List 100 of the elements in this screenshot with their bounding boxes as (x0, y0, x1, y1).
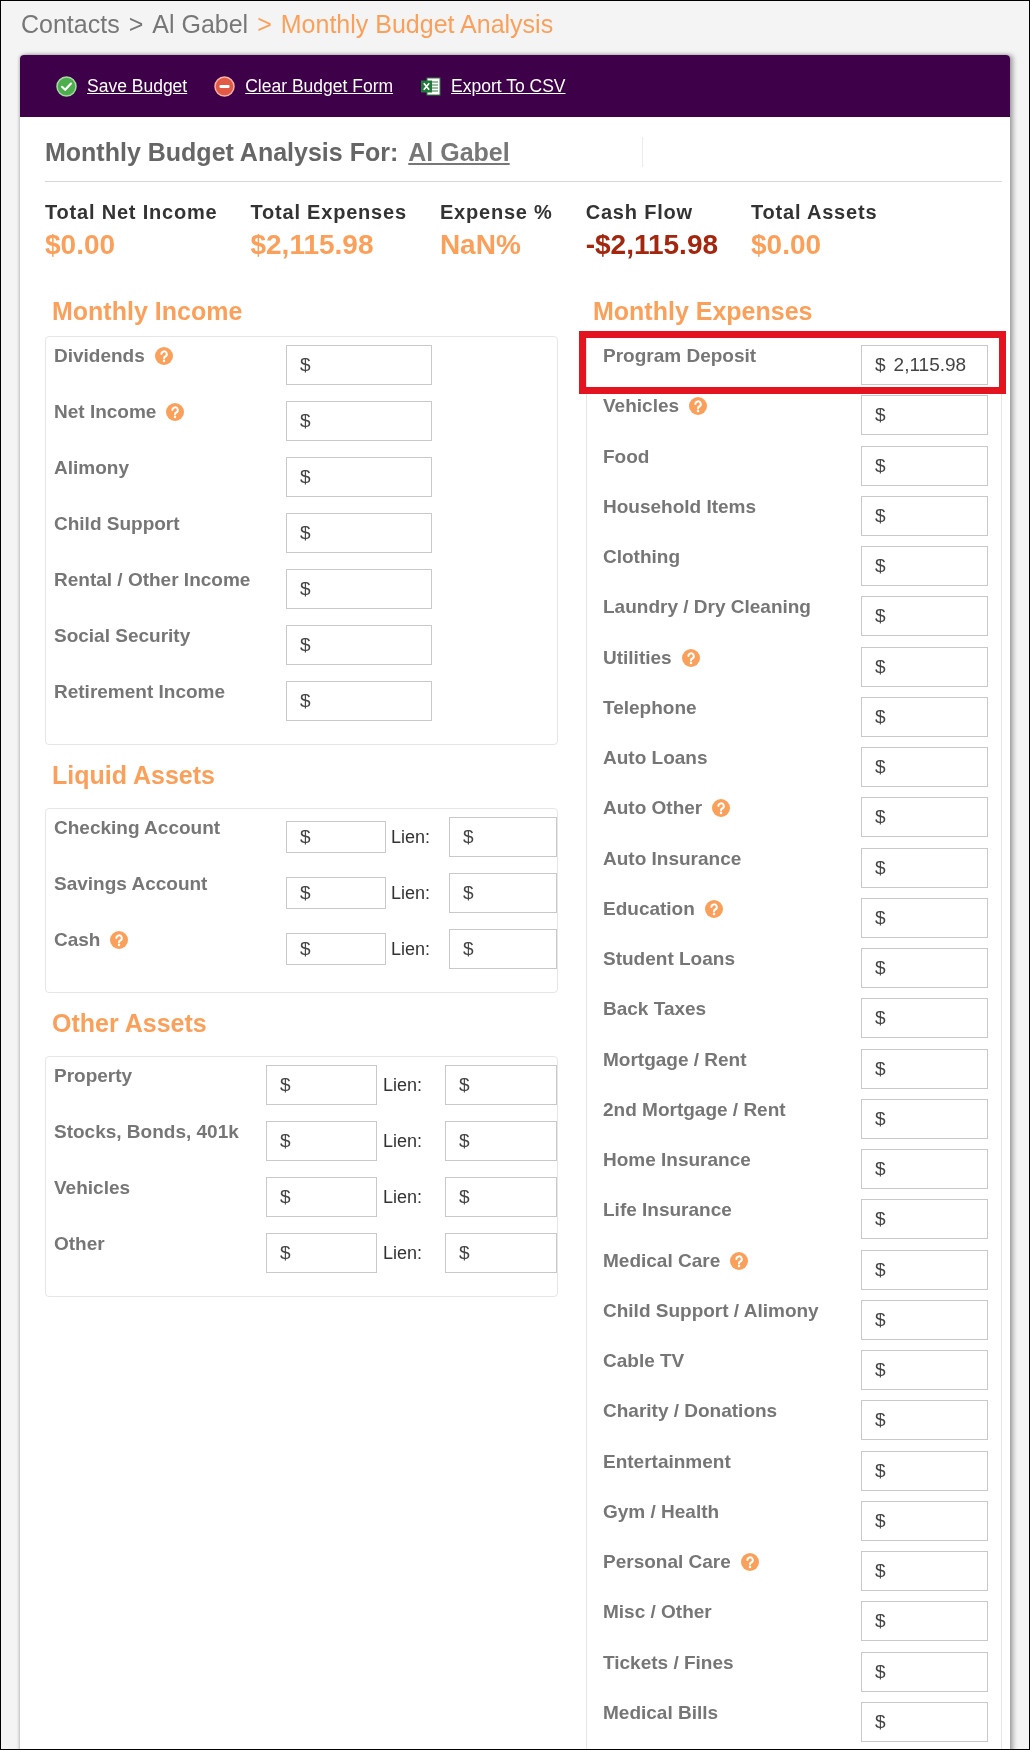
field-label: Household Items (603, 495, 757, 518)
amount-field[interactable]: $ (861, 747, 988, 787)
field-label: Auto Insurance (603, 847, 742, 870)
lien-field[interactable]: $ (445, 1233, 557, 1273)
amount-field[interactable]: $ (861, 797, 988, 838)
amount-field[interactable]: $ (861, 897, 988, 938)
help-icon[interactable] (154, 347, 173, 365)
minus-circle-icon (214, 75, 236, 97)
amount-field[interactable]: $ 2,115.98 (861, 345, 988, 385)
amount-field[interactable]: $ (266, 1121, 377, 1161)
field-label: Stocks, Bonds, 401k (54, 1121, 239, 1143)
amount-field[interactable]: $ (861, 1601, 988, 1642)
lien-label: Lien: (383, 1186, 424, 1208)
field-label: Gym / Health (603, 1500, 720, 1523)
clear-link[interactable]: Clear Budget Form (214, 75, 394, 97)
amount-field[interactable]: $ (286, 513, 432, 553)
help-icon[interactable] (681, 648, 700, 667)
amount-field[interactable]: $ (861, 1500, 988, 1541)
breadcrumb-link[interactable]: Contacts (21, 9, 120, 39)
stat-label: Cash Flow (585, 200, 693, 224)
amount-field[interactable]: $ (861, 1551, 988, 1591)
amount-field[interactable]: $ (861, 1199, 988, 1240)
amount-field[interactable]: $ (861, 1400, 988, 1441)
page-heading: Monthly Budget Analysis For: (45, 137, 399, 167)
amount-field[interactable]: $ (861, 395, 988, 436)
amount-field[interactable]: $ (286, 345, 432, 385)
amount-field[interactable]: $ (861, 1249, 988, 1290)
amount-field[interactable]: $ (861, 998, 988, 1039)
help-icon[interactable] (712, 799, 731, 818)
amount-field[interactable]: $ (861, 696, 988, 737)
section-title: Other Assets (51, 1008, 208, 1038)
amount-field[interactable]: $ (286, 933, 386, 965)
field-label: Cable TV (603, 1350, 685, 1372)
lien-field[interactable]: $ (449, 817, 557, 857)
breadcrumb-link[interactable]: Al Gabel (152, 9, 249, 39)
amount-field[interactable]: $ (861, 596, 988, 637)
help-icon[interactable] (110, 931, 129, 949)
stat-value: NaN% (439, 229, 521, 261)
section-title: Monthly Income (51, 296, 244, 326)
save-link[interactable]: Save Budget (56, 75, 188, 97)
lien-field[interactable]: $ (445, 1177, 557, 1217)
section-title: Liquid Assets (51, 760, 216, 790)
amount-field[interactable]: $ (861, 445, 988, 486)
field-label: Net Income (54, 401, 157, 423)
stat-value: $0.00 (45, 229, 116, 261)
amount-field[interactable]: $ (286, 457, 432, 497)
lien-field[interactable]: $ (445, 1065, 557, 1105)
amount-field[interactable]: $ (861, 1701, 988, 1742)
amount-field[interactable]: $ (266, 1065, 377, 1105)
amount-field[interactable]: $ (861, 1048, 988, 1089)
field-label: Child Support / Alimony (603, 1299, 819, 1322)
amount-field[interactable]: $ (861, 1299, 988, 1340)
field-label: Auto Other (603, 797, 703, 820)
spreadsheet-icon (420, 75, 442, 97)
amount-field[interactable]: $ (861, 1350, 988, 1390)
field-label: Life Insurance (603, 1199, 732, 1222)
field-label: Auto Loans (603, 747, 708, 769)
lien-label: Lien: (391, 882, 432, 904)
amount-field[interactable]: $ (861, 1149, 988, 1189)
amount-field[interactable]: $ (266, 1233, 377, 1273)
amount-field[interactable]: $ (861, 1098, 988, 1139)
amount-field[interactable]: $ (286, 569, 432, 609)
help-icon[interactable] (704, 899, 723, 918)
amount-field[interactable]: $ (861, 847, 988, 888)
field-label: Medical Care (603, 1249, 721, 1272)
field-label: Alimony (54, 457, 129, 479)
lien-field[interactable]: $ (449, 929, 557, 969)
field-label: Rental / Other Income (54, 569, 251, 591)
breadcrumb-separator: > (257, 9, 272, 39)
amount-field[interactable]: $ (286, 821, 386, 853)
field-label: Food (603, 445, 650, 468)
export-link[interactable]: Export To CSV (420, 75, 566, 97)
amount-field[interactable]: $ (861, 1450, 988, 1491)
field-label: 2nd Mortgage / Rent (603, 1098, 786, 1121)
lien-field[interactable]: $ (445, 1121, 557, 1161)
help-icon[interactable] (689, 397, 708, 416)
field-label: Education (603, 897, 695, 920)
amount-field[interactable]: $ (286, 625, 432, 665)
field-label: Retirement Income (54, 681, 226, 703)
field-label: Charity / Donations (603, 1400, 778, 1423)
amount-field[interactable]: $ (861, 948, 988, 988)
lien-label: Lien: (391, 938, 432, 960)
stat-label: Total Expenses (250, 200, 407, 224)
help-icon[interactable] (166, 403, 185, 421)
section-title: Monthly Expenses (592, 296, 814, 326)
field-label: Mortgage / Rent (603, 1048, 747, 1071)
help-icon[interactable] (730, 1251, 749, 1270)
help-icon[interactable] (740, 1553, 759, 1571)
stat-label: Expense % (439, 200, 553, 224)
amount-field[interactable]: $ (266, 1177, 377, 1217)
amount-field[interactable]: $ (286, 877, 386, 909)
amount-field[interactable]: $ (286, 681, 432, 721)
amount-field[interactable]: $ (861, 1651, 988, 1692)
field-label: Home Insurance (603, 1149, 751, 1171)
amount-field[interactable]: $ (286, 401, 432, 441)
amount-field[interactable]: $ (861, 646, 988, 687)
lien-field[interactable]: $ (449, 873, 557, 913)
client-link[interactable]: Al Gabel (408, 137, 510, 167)
amount-field[interactable]: $ (861, 495, 988, 536)
amount-field[interactable]: $ (861, 546, 988, 586)
